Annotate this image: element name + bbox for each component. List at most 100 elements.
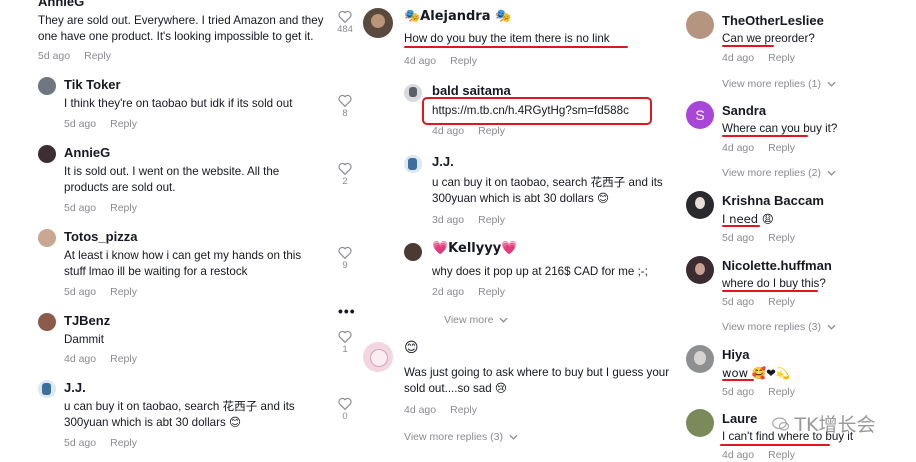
like-button[interactable]: 2 bbox=[335, 162, 355, 187]
comment-meta: 5d ago Reply bbox=[722, 386, 795, 398]
avatar[interactable] bbox=[686, 191, 714, 219]
reply-button[interactable]: Reply bbox=[110, 286, 137, 298]
comment-username[interactable]: TJBenz bbox=[64, 313, 110, 328]
comment-username[interactable]: 🎭Alejandra 🎭 bbox=[404, 9, 511, 24]
comment-username[interactable]: AnnieG bbox=[64, 145, 110, 160]
like-button[interactable]: 8 bbox=[335, 94, 355, 119]
view-more-replies-button[interactable]: View more replies (3) bbox=[404, 431, 518, 443]
comment-age: 4d ago bbox=[432, 125, 465, 137]
reply-button[interactable]: Reply bbox=[110, 353, 137, 365]
reply-button[interactable]: Reply bbox=[450, 55, 477, 67]
reply-button[interactable]: Reply bbox=[768, 232, 795, 244]
comment-age: 5d ago bbox=[38, 50, 71, 62]
watermark-text: TK增长会 bbox=[794, 414, 876, 436]
view-more-replies-button[interactable]: View more replies (3) bbox=[722, 321, 836, 333]
avatar[interactable] bbox=[686, 345, 714, 373]
comment-meta: 4d ago Reply bbox=[404, 404, 477, 416]
more-options-icon[interactable]: ••• bbox=[338, 303, 356, 319]
reply-button[interactable]: Reply bbox=[450, 404, 477, 416]
reply-button[interactable]: Reply bbox=[768, 142, 795, 154]
chevron-down-icon bbox=[509, 434, 518, 440]
avatar[interactable] bbox=[38, 77, 56, 95]
view-more-replies-button[interactable]: View more replies (2) bbox=[722, 167, 836, 179]
like-count: 0 bbox=[342, 411, 348, 422]
reply-button[interactable]: Reply bbox=[110, 202, 137, 214]
reply-button[interactable]: Reply bbox=[478, 125, 505, 137]
reply-button[interactable]: Reply bbox=[110, 437, 137, 449]
reply-button[interactable]: Reply bbox=[110, 118, 137, 130]
heart-icon bbox=[338, 246, 352, 259]
reply-button[interactable]: Reply bbox=[478, 214, 505, 226]
view-more-replies-button[interactable]: View more replies (1) bbox=[722, 78, 836, 90]
like-button[interactable]: 9 bbox=[335, 246, 355, 271]
avatar[interactable] bbox=[686, 11, 714, 39]
comment-age: 3d ago bbox=[432, 214, 465, 226]
comment-username[interactable]: Hiya bbox=[722, 347, 749, 362]
comment-meta: 4d ago Reply bbox=[722, 142, 795, 154]
comment-username[interactable]: J.J. bbox=[432, 154, 454, 169]
comment-meta: 5d ago Reply bbox=[64, 202, 137, 214]
comment-username[interactable]: Krishna Baccam bbox=[722, 193, 824, 208]
view-more-button[interactable]: View more bbox=[444, 314, 508, 326]
comment-username[interactable]: TheOtherLesliee bbox=[722, 13, 824, 28]
comment-text: Was just going to ask where to buy but I… bbox=[404, 366, 670, 395]
reply-button[interactable]: Reply bbox=[478, 286, 505, 298]
avatar[interactable] bbox=[363, 8, 393, 38]
avatar[interactable] bbox=[38, 229, 56, 247]
like-button[interactable]: 1 bbox=[335, 330, 355, 355]
avatar[interactable] bbox=[404, 155, 422, 173]
comment-meta: 4d ago Reply bbox=[64, 353, 137, 365]
comment-username[interactable]: Laure bbox=[722, 411, 757, 426]
comment-username[interactable]: 💗Kellyyy💗 bbox=[432, 241, 517, 256]
comment-username[interactable]: Tik Toker bbox=[64, 77, 121, 92]
comment-text: why does it pop up at 216$ CAD for me ;-… bbox=[432, 265, 648, 278]
avatar[interactable] bbox=[404, 84, 422, 102]
like-button[interactable]: 0 bbox=[335, 397, 355, 422]
comment-username[interactable]: J.J. bbox=[64, 380, 86, 395]
view-more-label: View more bbox=[444, 314, 494, 326]
comment-meta: 5d ago Reply bbox=[38, 50, 111, 62]
comment-username[interactable]: AnnieG bbox=[38, 0, 84, 9]
comment-meta: 2d ago Reply bbox=[432, 286, 505, 298]
comment-username[interactable]: Totos_pizza bbox=[64, 229, 137, 244]
like-button[interactable]: 484 bbox=[335, 10, 355, 35]
avatar[interactable] bbox=[38, 313, 56, 331]
comment-meta: 5d ago Reply bbox=[64, 286, 137, 298]
comment-meta: 5d ago Reply bbox=[64, 437, 137, 449]
link-text[interactable]: https://m.tb.cn/h.4RGytHg?sm=fd588c bbox=[432, 103, 652, 119]
comment-age: 4d ago bbox=[722, 52, 755, 64]
comment-meta: 4d ago Reply bbox=[722, 449, 795, 461]
avatar[interactable] bbox=[363, 342, 393, 372]
comment-meta: 5d ago Reply bbox=[722, 232, 795, 244]
avatar[interactable] bbox=[404, 243, 422, 261]
comment-username[interactable]: Nicolette.huffman bbox=[722, 258, 832, 273]
reply-button[interactable]: Reply bbox=[768, 296, 795, 308]
reply-button[interactable]: Reply bbox=[768, 52, 795, 64]
comment-text: I think they're on taobao but idk if its… bbox=[64, 97, 293, 110]
avatar[interactable] bbox=[38, 380, 56, 398]
comment-username[interactable]: bald saitama bbox=[432, 83, 511, 98]
reply-button[interactable]: Reply bbox=[768, 386, 795, 398]
avatar[interactable] bbox=[38, 145, 56, 163]
comment-text: At least i know how i can get my hands o… bbox=[64, 249, 302, 278]
reply-button[interactable]: Reply bbox=[84, 50, 111, 62]
comment-age: 4d ago bbox=[64, 353, 97, 365]
comment-age: 5d ago bbox=[64, 286, 97, 298]
comment-username[interactable]: Sandra bbox=[722, 103, 766, 118]
like-count: 9 bbox=[342, 260, 348, 271]
avatar[interactable] bbox=[686, 256, 714, 284]
comment-meta: 4d ago Reply bbox=[404, 55, 477, 67]
avatar[interactable] bbox=[686, 409, 714, 437]
comment-username[interactable]: 😊 bbox=[404, 340, 419, 356]
comment-age: 5d ago bbox=[722, 232, 755, 244]
wechat-logo-icon bbox=[772, 416, 790, 431]
avatar[interactable]: S bbox=[686, 101, 714, 129]
watermark: TK增长会 bbox=[772, 410, 876, 437]
view-more-label: View more replies (3) bbox=[722, 321, 822, 333]
comment-age: 2d ago bbox=[432, 286, 465, 298]
red-underline-annotation bbox=[722, 135, 808, 137]
comment-age: 5d ago bbox=[64, 118, 97, 130]
reply-button[interactable]: Reply bbox=[768, 449, 795, 461]
comment-age: 4d ago bbox=[404, 404, 437, 416]
comment-age: 4d ago bbox=[404, 55, 437, 67]
